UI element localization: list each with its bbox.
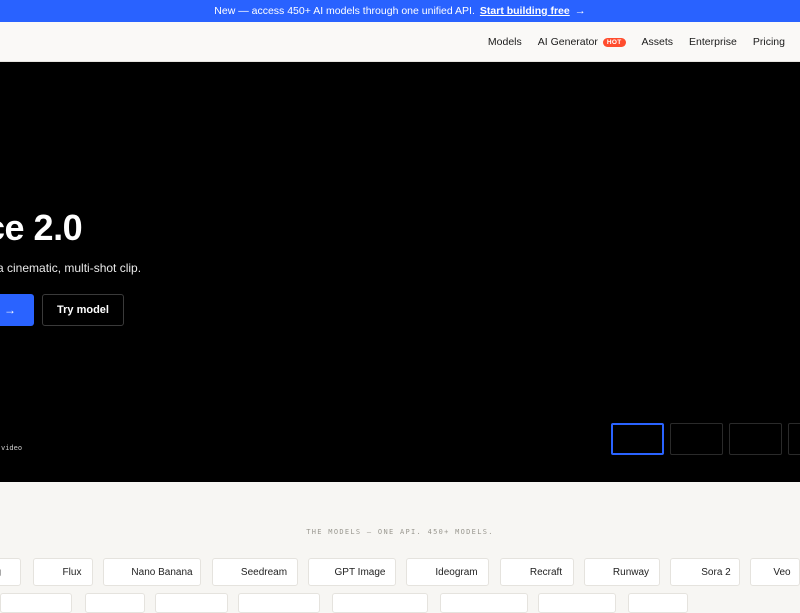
nav-item-models[interactable]: Models <box>488 36 522 48</box>
models-section-label: THE MODELS — ONE API. 450+ MODELS. <box>306 528 494 536</box>
model-chip-veo[interactable]: Veo <box>750 558 800 586</box>
models-section: THE MODELS — ONE API. 450+ MODELS. ng Fl… <box>0 482 800 613</box>
model-chip-flux[interactable]: Flux <box>33 558 93 586</box>
slide-thumbnail-active[interactable] <box>611 423 664 455</box>
model-chip-row-2[interactable] <box>85 593 145 613</box>
model-chip-row-2[interactable] <box>238 593 320 613</box>
nav-item-pricing[interactable]: Pricing <box>753 36 785 48</box>
hero-banner: ance 2.0 o a cinematic, multi-shot clip.… <box>0 62 800 482</box>
model-chip-seedream[interactable]: Seedream <box>212 558 298 586</box>
nav-item-assets[interactable]: Assets <box>642 36 674 48</box>
model-chip-row-2[interactable] <box>155 593 228 613</box>
slide-thumbnail[interactable] <box>670 423 723 455</box>
nav-item-ai-generator[interactable]: AI Generator HOT <box>538 36 626 48</box>
top-navigation: Models AI Generator HOT Assets Enterpris… <box>0 22 800 62</box>
media-type-tag: video <box>1 444 23 452</box>
announcement-bar: New — access 450+ AI models through one … <box>0 0 800 22</box>
model-chip[interactable]: ng <box>0 558 21 586</box>
arrow-right-icon: → <box>574 5 586 17</box>
arrow-right-icon: → <box>4 303 16 317</box>
model-chip-recraft[interactable]: Recraft <box>500 558 574 586</box>
hero-subtitle: o a cinematic, multi-shot clip. <box>0 261 142 275</box>
hero-primary-button[interactable]: → <box>0 294 34 326</box>
hot-badge: HOT <box>602 37 626 47</box>
slide-thumbnail[interactable] <box>788 423 800 455</box>
try-model-button[interactable]: Try model <box>42 294 124 326</box>
start-building-link[interactable]: Start building free <box>480 5 570 17</box>
nav-item-enterprise[interactable]: Enterprise <box>689 36 737 48</box>
model-chip-row-2[interactable] <box>0 593 72 613</box>
model-chip-runway[interactable]: Runway <box>584 558 660 586</box>
nav-item-label: AI Generator <box>537 36 598 48</box>
slide-thumbnail[interactable] <box>729 423 782 455</box>
model-chip-gpt-image[interactable]: GPT Image <box>308 558 396 586</box>
model-chip-sora-2[interactable]: Sora 2 <box>670 558 740 586</box>
model-chip-row-2[interactable] <box>440 593 528 613</box>
model-chip-ideogram[interactable]: Ideogram <box>406 558 489 586</box>
announcement-text: New — access 450+ AI models through one … <box>214 5 475 17</box>
hero-title: ance 2.0 <box>0 207 83 248</box>
model-chip-row-2[interactable] <box>332 593 428 613</box>
slide-thumbnails <box>611 423 800 455</box>
model-chip-nano-banana[interactable]: Nano Banana <box>103 558 201 586</box>
model-chip-row-2[interactable] <box>538 593 616 613</box>
nav-menu: Models AI Generator HOT Assets Enterpris… <box>488 22 785 62</box>
model-chip-row-2[interactable] <box>628 593 688 613</box>
